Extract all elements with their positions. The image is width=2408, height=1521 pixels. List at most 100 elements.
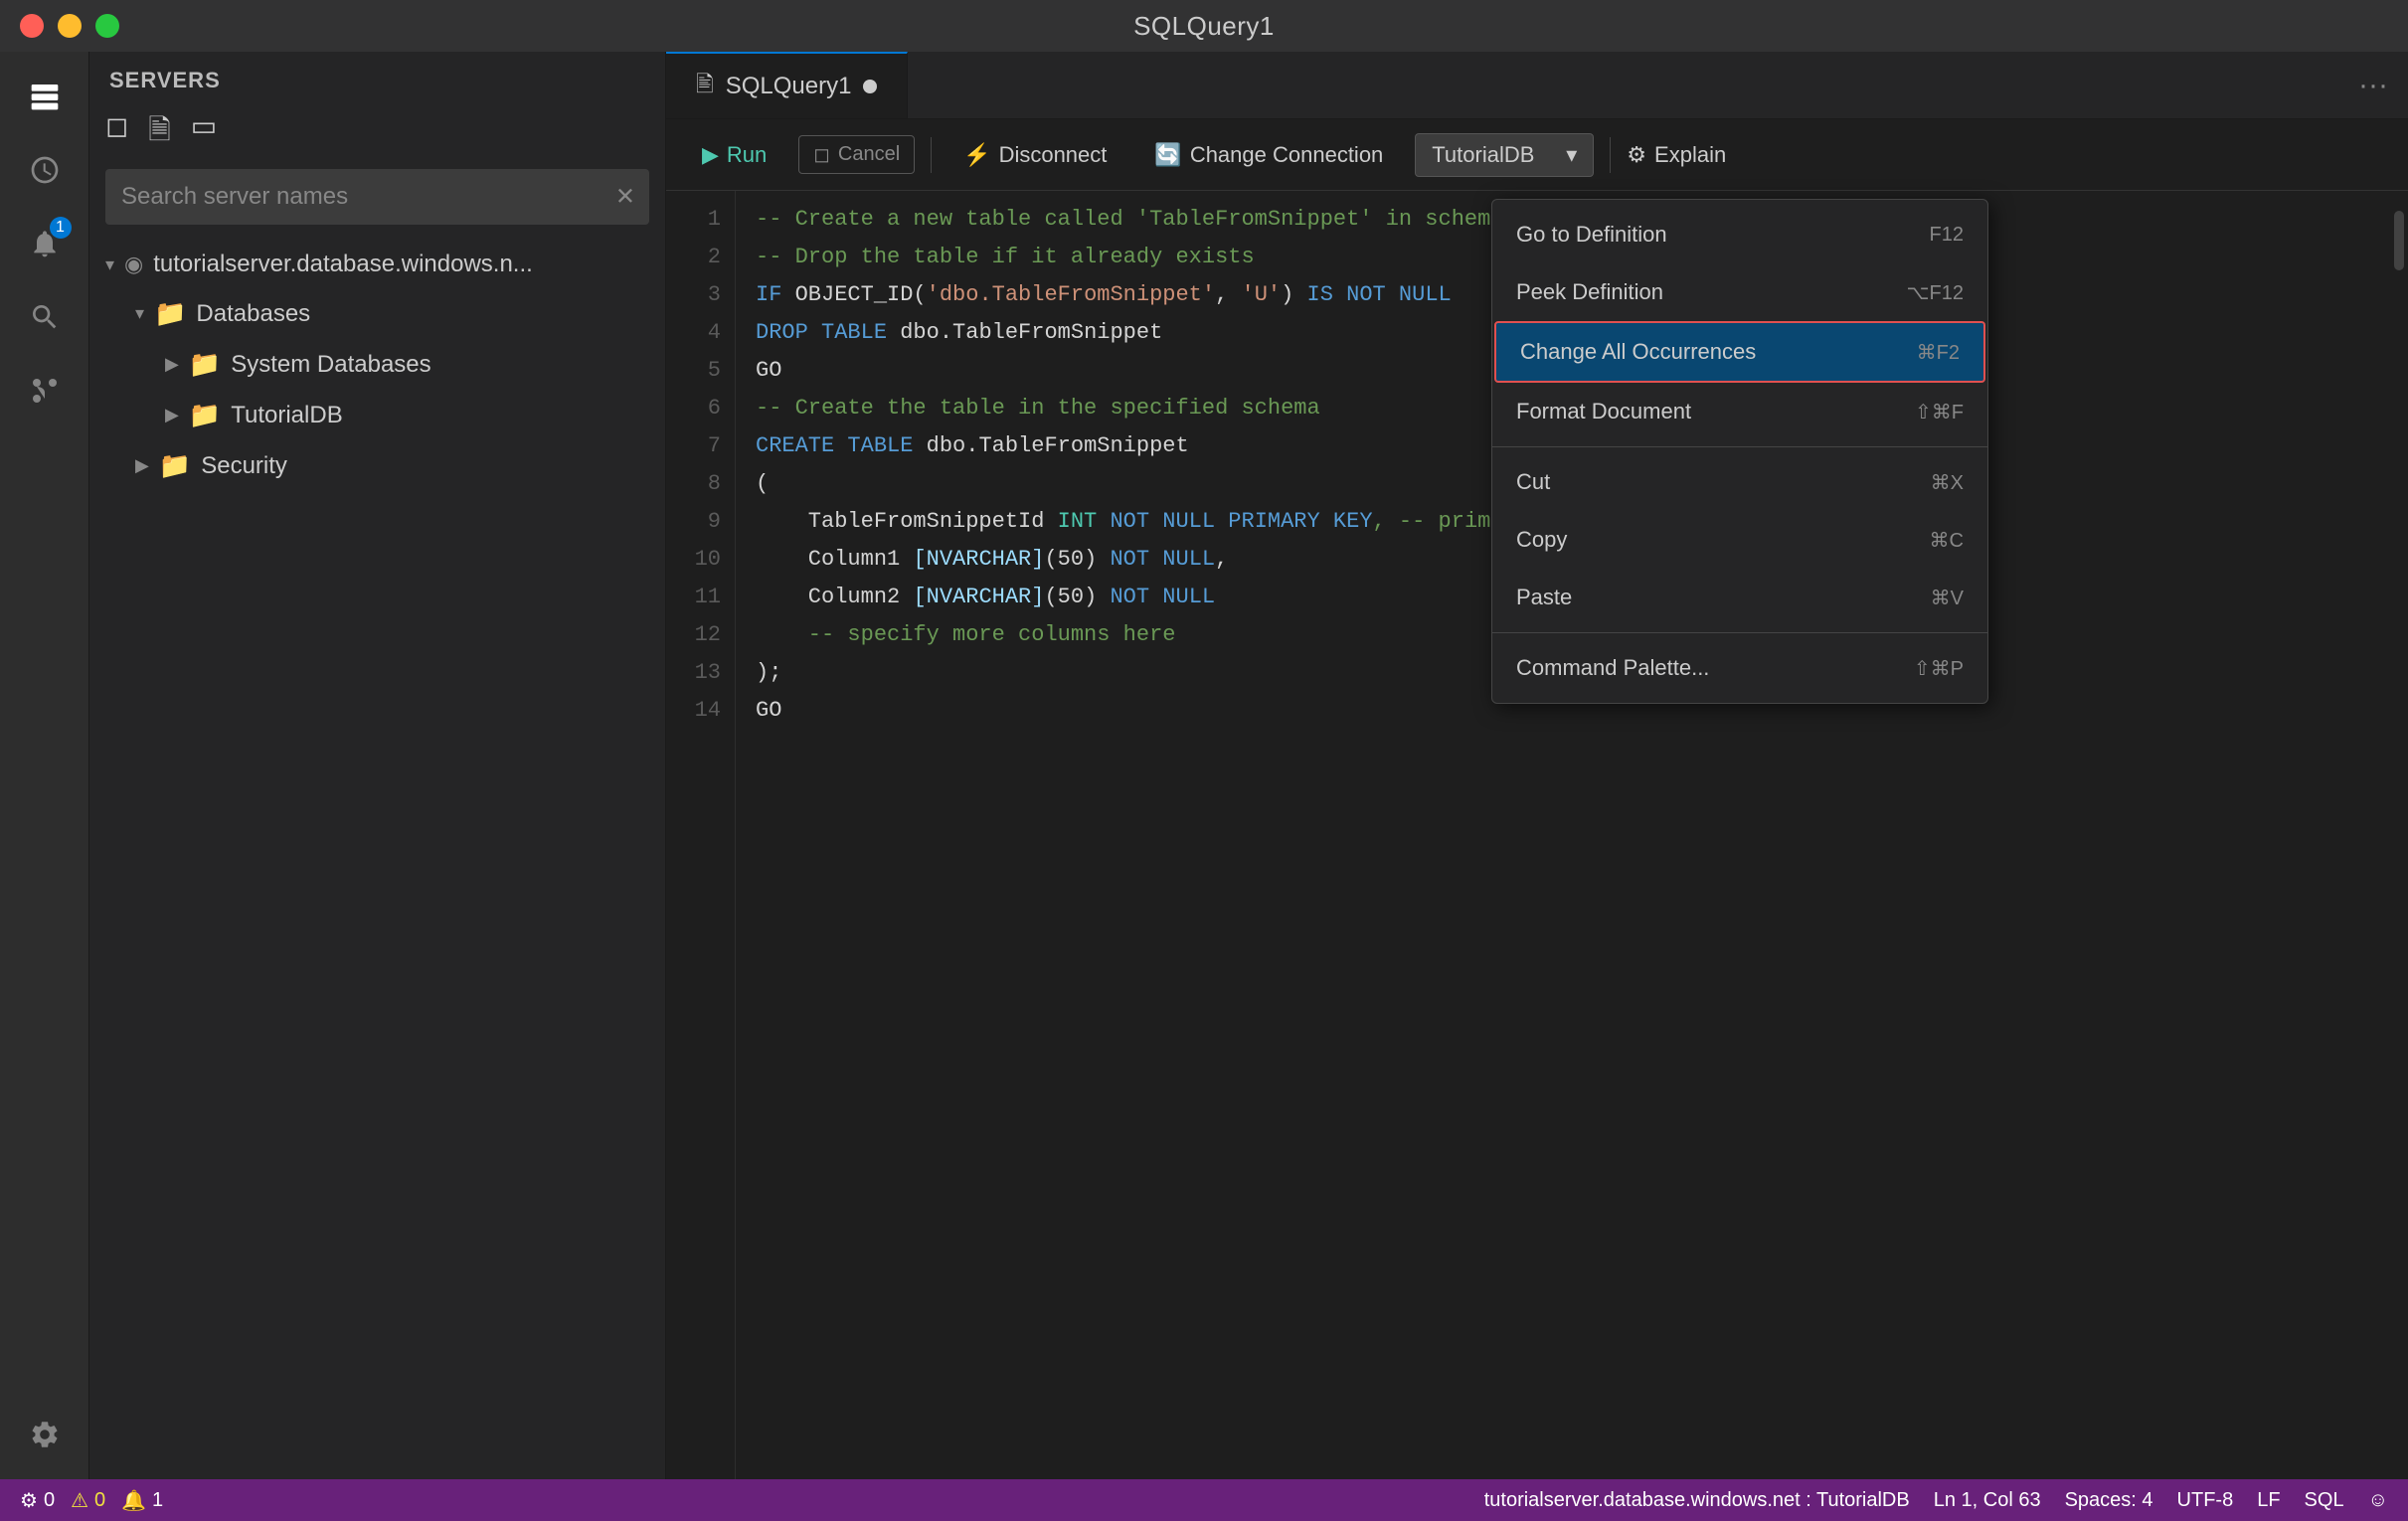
menu-label: Cut: [1516, 469, 1550, 495]
status-errors[interactable]: ⚙ 0: [20, 1488, 55, 1513]
menu-label: Go to Definition: [1516, 222, 1667, 248]
expand-arrow-icon: ▶: [165, 354, 179, 375]
system-databases-label: System Databases: [231, 351, 649, 379]
tree-view: ▾ ◉ tutorialserver.database.windows.n...…: [89, 241, 665, 491]
menu-shortcut: ⌥F12: [1906, 280, 1964, 305]
database-name: TutorialDB: [1432, 142, 1534, 168]
status-bar: ⚙ 0 ⚠ 0 🔔 1 tutorialserver.database.wind…: [0, 1479, 2408, 1521]
menu-item-cut[interactable]: Cut ⌘X: [1492, 453, 1987, 511]
menu-label: Paste: [1516, 585, 1572, 610]
explain-button[interactable]: ⚙ Explain: [1627, 142, 1726, 168]
titlebar: SQLQuery1: [0, 0, 2408, 52]
notification-icon: 🔔: [121, 1488, 146, 1513]
sidebar-item-search[interactable]: [10, 282, 80, 352]
feedback-icon[interactable]: ☺: [2368, 1489, 2388, 1512]
scrollbar[interactable]: [2390, 191, 2408, 1479]
menu-label: Peek Definition: [1516, 279, 1663, 305]
menu-item-command-palette[interactable]: Command Palette... ⇧⌘P: [1492, 639, 1987, 697]
tab-sqlquery1[interactable]: 🖹 SQLQuery1: [666, 52, 908, 118]
maximize-button[interactable]: [95, 14, 119, 38]
run-button[interactable]: ▶ Run: [686, 134, 782, 176]
tree-item-system-databases[interactable]: ▶ 📁 System Databases: [89, 339, 665, 390]
status-position: Ln 1, Col 63: [1934, 1489, 2041, 1512]
server-icon: ◉: [124, 252, 143, 277]
expand-arrow-icon: ▾: [135, 303, 144, 324]
tab-bar: 🖹 SQLQuery1 ···: [666, 52, 2408, 119]
toolbar: ▶ Run ◻ Cancel ⚡ Disconnect 🔄 Change Con…: [666, 119, 2408, 191]
tutorialdb-label: TutorialDB: [231, 402, 649, 429]
status-left: ⚙ 0 ⚠ 0 🔔 1: [20, 1488, 163, 1513]
menu-shortcut: F12: [1930, 224, 1964, 247]
context-menu: Go to Definition F12 Peek Definition ⌥F1…: [1491, 199, 1988, 704]
line-numbers: 1 2 3 4 5 6 7 8 9 10 11 12 13 14: [666, 191, 736, 1479]
menu-item-copy[interactable]: Copy ⌘C: [1492, 511, 1987, 569]
minimize-button[interactable]: [58, 14, 82, 38]
chevron-down-icon: ▾: [1566, 142, 1577, 168]
menu-shortcut: ⌘F2: [1917, 340, 1960, 365]
sidebar-item-history[interactable]: [10, 135, 80, 205]
status-notifications[interactable]: 🔔 1: [121, 1488, 163, 1513]
scrollbar-thumb[interactable]: [2394, 211, 2404, 270]
status-warnings[interactable]: ⚠ 0: [71, 1488, 105, 1513]
expand-arrow-icon: ▶: [165, 405, 179, 425]
disconnect-icon: ⚡: [963, 142, 990, 168]
menu-label: Copy: [1516, 527, 1567, 553]
menu-shortcut: ⇧⌘P: [1914, 656, 1964, 681]
menu-shortcut: ⌘V: [1931, 586, 1964, 610]
sidebar-item-git[interactable]: [10, 356, 80, 425]
new-query-icon[interactable]: ◻: [105, 109, 128, 157]
change-connection-icon: 🔄: [1154, 142, 1181, 168]
warning-icon: ⚠: [71, 1488, 88, 1513]
tree-item-security[interactable]: ▶ 📁 Security: [89, 440, 665, 491]
tab-modified-dot: [863, 80, 877, 93]
window-title: SQLQuery1: [1133, 11, 1275, 42]
search-input[interactable]: [105, 169, 649, 225]
menu-item-peek-definition[interactable]: Peek Definition ⌥F12: [1492, 263, 1987, 321]
sidebar-item-notifications[interactable]: 1: [10, 209, 80, 278]
status-line-ending: LF: [2257, 1489, 2280, 1512]
traffic-lights[interactable]: [20, 14, 119, 38]
disconnect-button[interactable]: ⚡ Disconnect: [947, 134, 1122, 176]
menu-shortcut: ⌘C: [1930, 528, 1964, 553]
change-connection-button[interactable]: 🔄 Change Connection: [1138, 134, 1399, 176]
menu-item-go-to-definition[interactable]: Go to Definition F12: [1492, 206, 1987, 263]
new-file-icon[interactable]: 🗎: [148, 109, 171, 157]
activity-bar: 1: [0, 52, 89, 1479]
tab-label: SQLQuery1: [726, 73, 852, 100]
menu-item-change-all-occurrences[interactable]: Change All Occurrences ⌘F2: [1494, 321, 1985, 383]
close-button[interactable]: [20, 14, 44, 38]
editor-area: 🖹 SQLQuery1 ··· ▶ Run ◻ Cancel ⚡ Disconn…: [666, 52, 2408, 1479]
run-icon: ▶: [702, 142, 719, 168]
sidebar-item-servers[interactable]: [10, 62, 80, 131]
menu-separator: [1492, 446, 1987, 447]
menu-separator-2: [1492, 632, 1987, 633]
cancel-button[interactable]: ◻ Cancel: [798, 135, 915, 174]
menu-label: Change All Occurrences: [1520, 339, 1756, 365]
databases-label: Databases: [196, 300, 649, 328]
menu-item-format-document[interactable]: Format Document ⇧⌘F: [1492, 383, 1987, 440]
menu-label: Format Document: [1516, 399, 1691, 424]
menu-item-paste[interactable]: Paste ⌘V: [1492, 569, 1987, 626]
database-dropdown[interactable]: TutorialDB ▾: [1415, 133, 1594, 177]
sidebar-header: SERVERS: [89, 52, 665, 109]
tree-item-server[interactable]: ▾ ◉ tutorialserver.database.windows.n...: [89, 241, 665, 288]
refresh-icon[interactable]: ▭: [191, 109, 217, 157]
menu-shortcut: ⇧⌘F: [1915, 400, 1964, 424]
settings-icon[interactable]: [10, 1410, 80, 1479]
search-clear-icon[interactable]: ✕: [615, 183, 635, 212]
status-server: tutorialserver.database.windows.net : Tu…: [1484, 1489, 1910, 1512]
menu-shortcut: ⌘X: [1931, 470, 1964, 495]
security-label: Security: [201, 452, 649, 480]
cancel-icon: ◻: [813, 142, 830, 167]
search-box[interactable]: ✕: [105, 169, 649, 225]
tree-item-tutorialdb[interactable]: ▶ 📁 TutorialDB: [89, 390, 665, 440]
menu-label: Command Palette...: [1516, 655, 1709, 681]
folder-icon: 📁: [189, 400, 221, 430]
expand-arrow-icon: ▾: [105, 254, 114, 275]
expand-arrow-icon: ▶: [135, 455, 149, 476]
tab-file-icon: 🖹: [696, 68, 714, 105]
tree-item-databases[interactable]: ▾ 📁 Databases: [89, 288, 665, 339]
toolbar-separator: [1610, 137, 1611, 173]
status-language: SQL: [2305, 1489, 2344, 1512]
tab-more-button[interactable]: ···: [2338, 69, 2408, 102]
